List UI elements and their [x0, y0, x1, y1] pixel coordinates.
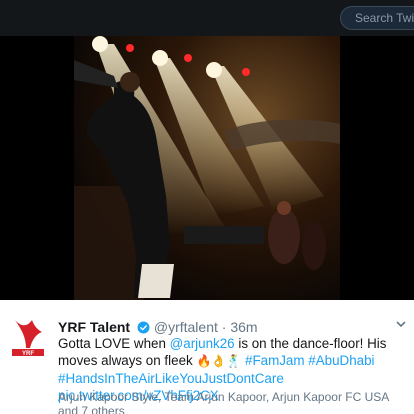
meta-separator: ·: [221, 319, 227, 335]
mention-link[interactable]: @arjunk26: [170, 336, 235, 351]
caret-down-icon[interactable]: [395, 318, 407, 333]
top-navigation-bar: Search Twitter: [0, 0, 414, 36]
svg-text:YRF: YRF: [22, 351, 34, 356]
display-name[interactable]: YRF Talent: [58, 319, 130, 335]
media-viewer: [0, 36, 414, 300]
concert-photo-illustration: [74, 36, 340, 300]
search-input[interactable]: Search Twitter: [340, 6, 414, 30]
liked-by-text[interactable]: Arjun Kapoor Style, Team Arjun Kapoor, A…: [58, 390, 408, 414]
user-handle[interactable]: @yrftalent: [154, 319, 218, 335]
tweet-text-segment: Gotta LOVE when: [58, 336, 170, 351]
emoji-group: 🔥👌🕺: [196, 354, 242, 368]
hashtag-link[interactable]: #AbuDhabi: [308, 353, 374, 368]
tweet-timestamp[interactable]: 36m: [230, 319, 257, 335]
tweet-photo[interactable]: [74, 36, 340, 300]
hashtag-link[interactable]: #FamJam: [245, 353, 305, 368]
hashtag-link[interactable]: #HandsInTheAirLikeYouJustDontCare: [58, 371, 284, 386]
yrf-logo-avatar[interactable]: YRF: [12, 318, 44, 357]
